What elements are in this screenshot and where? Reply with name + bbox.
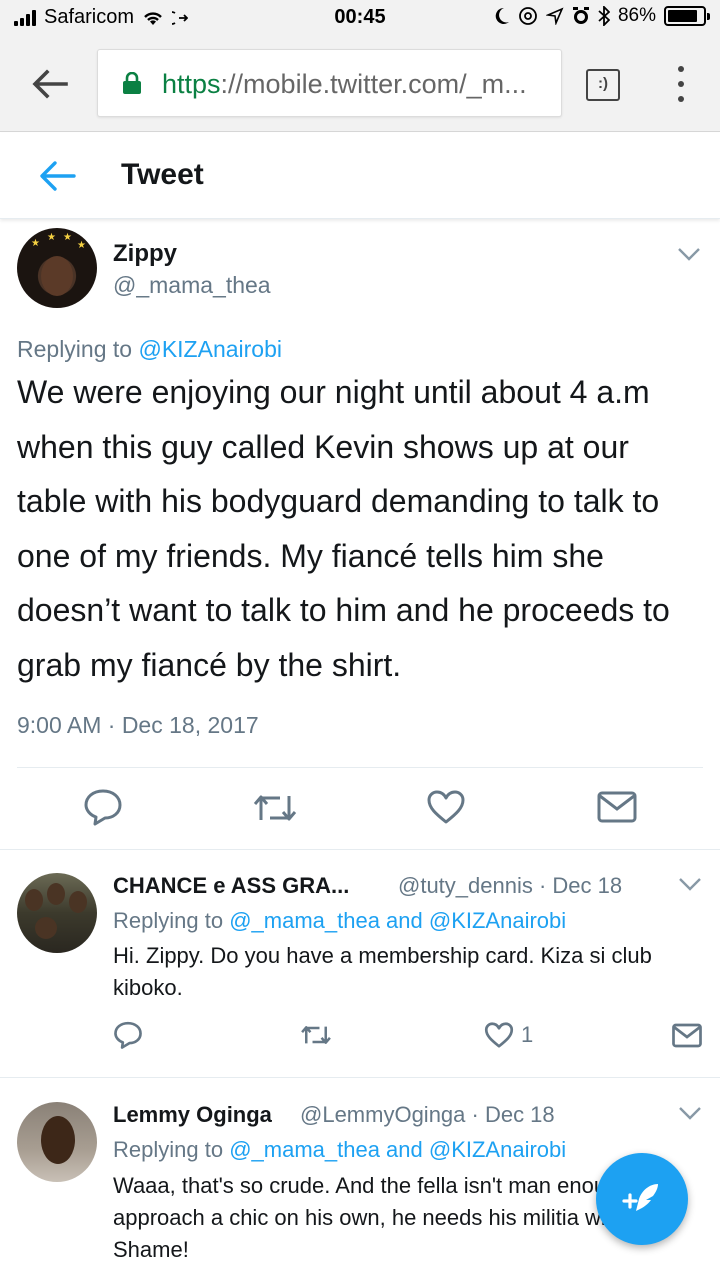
lock-icon — [123, 72, 141, 94]
bluetooth-icon — [598, 6, 610, 26]
compose-button[interactable] — [596, 1153, 688, 1245]
mention-link[interactable]: @_mama_thea and @KIZAnairobi — [229, 1137, 566, 1162]
replying-to: Replying to @KIZAnairobi — [17, 336, 282, 363]
compose-icon — [622, 1184, 658, 1211]
reply-icon[interactable] — [113, 1021, 143, 1049]
moon-icon — [495, 7, 509, 24]
battery-icon — [664, 6, 710, 26]
divider — [0, 1077, 720, 1078]
author-name[interactable]: Zippy — [113, 240, 177, 268]
browser-toolbar: https://mobile.twitter.com/_m... :) — [0, 36, 720, 132]
menu-icon[interactable] — [674, 66, 688, 102]
divider — [0, 849, 720, 850]
replying-prefix: Replying to — [17, 336, 139, 362]
reply-author-name[interactable]: CHANCE e ASS GRA... — [113, 873, 349, 899]
back-arrow-icon[interactable] — [30, 64, 70, 104]
avatar[interactable]: ★ ★ ★ ★ — [17, 228, 97, 308]
twitter-header: Tweet — [0, 133, 720, 219]
address-bar[interactable]: https://mobile.twitter.com/_m... — [97, 49, 562, 117]
tweet-timestamp[interactable]: 9:00 AM · Dec 18, 2017 — [17, 712, 259, 739]
chevron-down-icon[interactable] — [678, 1105, 702, 1121]
replying-prefix: Replying to — [113, 1137, 230, 1162]
at-icon — [519, 7, 537, 25]
reply-text: Hi. Zippy. Do you have a membership card… — [113, 943, 652, 1000]
mention-link[interactable]: @_mama_thea and @KIZAnairobi — [229, 908, 566, 933]
back-arrow-icon[interactable] — [38, 159, 76, 193]
alarm-icon — [572, 7, 589, 24]
tweet-text: We were enjoying our night until about 4… — [17, 374, 670, 683]
url-text: https://mobile.twitter.com/_m... — [162, 69, 527, 100]
mention-link[interactable]: @KIZAnairobi — [138, 336, 282, 362]
tabs-icon[interactable]: :) — [586, 69, 620, 101]
like-icon[interactable] — [427, 790, 465, 824]
url-path: ://mobile.twitter.com/_m... — [220, 69, 527, 99]
replying-to: Replying to @_mama_thea and @KIZAnairobi — [113, 908, 566, 934]
chevron-down-icon[interactable] — [677, 246, 701, 262]
url-scheme: https — [162, 69, 221, 99]
status-right: 86% — [494, 5, 710, 27]
like-count: 1 — [521, 1022, 534, 1047]
battery-percent: 86% — [617, 5, 656, 26]
replying-prefix: Replying to — [113, 908, 230, 933]
status-bar: Safaricom 00:45 86% — [0, 0, 720, 36]
reply-icon[interactable] — [83, 788, 123, 826]
avatar[interactable] — [17, 1102, 97, 1182]
share-icon[interactable] — [597, 791, 637, 823]
avatar[interactable] — [17, 873, 97, 953]
replying-to: Replying to @_mama_thea and @KIZAnairobi — [113, 1137, 566, 1163]
reply-author-name[interactable]: Lemmy Oginga — [113, 1102, 272, 1128]
retweet-icon[interactable] — [252, 792, 298, 824]
divider — [17, 767, 703, 768]
page-title: Tweet — [121, 158, 204, 191]
location-icon — [545, 7, 564, 25]
retweet-icon[interactable] — [300, 1023, 332, 1047]
like-icon[interactable] — [484, 1021, 514, 1049]
share-icon[interactable] — [672, 1023, 702, 1048]
chevron-down-icon[interactable] — [678, 876, 702, 892]
reply-author-meta[interactable]: @LemmyOginga · Dec 18 — [300, 1102, 555, 1128]
author-handle[interactable]: @_mama_thea — [113, 272, 271, 299]
reply-author-meta[interactable]: @tuty_dennis · Dec 18 — [398, 873, 622, 899]
